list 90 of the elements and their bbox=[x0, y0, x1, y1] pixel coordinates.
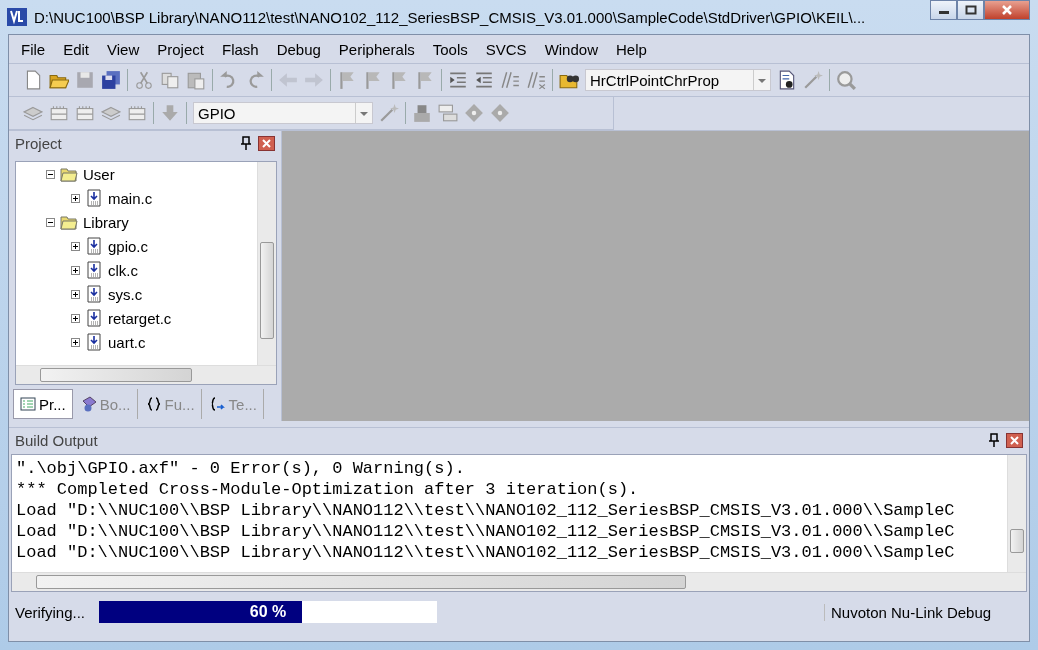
panel-tab[interactable]: Pr... bbox=[13, 389, 73, 419]
maximize-icon bbox=[964, 5, 977, 15]
windows-icon[interactable] bbox=[438, 103, 458, 123]
expand-toggle-icon[interactable] bbox=[71, 337, 80, 347]
file-icon bbox=[85, 333, 103, 351]
wand-icon[interactable] bbox=[803, 70, 823, 90]
window-title: D:\NUC100\BSP Library\NANO112\test\NANO102_112_SeriesBSP_CMSIS_V3.01.000\SampleCode\StdDriver\GPIO\KEIL\... bbox=[34, 8, 867, 26]
folder-icon bbox=[60, 213, 78, 231]
output-line: Load "D:\\NUC100\\BSP Library\\NANO112\\test\\NANO102_112_SeriesBSP_CMSIS_V3.01.000\\SampleC bbox=[16, 542, 956, 563]
file-icon bbox=[85, 285, 103, 303]
folder-label[interactable]: User bbox=[83, 165, 115, 183]
magnifier-icon[interactable] bbox=[836, 70, 856, 90]
download-icon[interactable] bbox=[160, 103, 180, 123]
paste-icon[interactable] bbox=[186, 70, 206, 90]
menu-item[interactable]: Edit bbox=[55, 38, 98, 60]
copy-icon[interactable] bbox=[160, 70, 180, 90]
indent-icon[interactable] bbox=[448, 70, 468, 90]
file-icon bbox=[85, 237, 103, 255]
collapse-toggle-icon[interactable] bbox=[46, 169, 55, 179]
collapse-toggle-icon[interactable] bbox=[46, 217, 55, 227]
expand-toggle-icon[interactable] bbox=[71, 241, 80, 251]
cut-icon[interactable] bbox=[134, 70, 154, 90]
menu-item[interactable]: Help bbox=[608, 38, 655, 60]
menu-item[interactable]: Flash bbox=[213, 38, 267, 60]
folder-label[interactable]: Library bbox=[83, 213, 129, 231]
uncomment-icon[interactable] bbox=[526, 70, 546, 90]
horizontal-scrollbar[interactable] bbox=[16, 365, 276, 384]
blocks-icon[interactable] bbox=[412, 103, 432, 123]
file-label[interactable]: retarget.c bbox=[108, 309, 172, 327]
panel-close-button[interactable] bbox=[258, 135, 275, 151]
combo-box[interactable]: GPIO bbox=[193, 102, 373, 124]
expand-toggle-icon[interactable] bbox=[71, 193, 80, 203]
output-line: *** Completed Cross-Module-Optimization after 3 iteration(s). bbox=[16, 479, 640, 500]
expand-toggle-icon[interactable] bbox=[71, 265, 80, 275]
file-label[interactable]: clk.c bbox=[108, 261, 138, 279]
output-line: ".\obj\GPIO.axf" - 0 Error(s), 0 Warning(s). bbox=[16, 458, 466, 479]
close-icon bbox=[1010, 435, 1019, 445]
file-label[interactable]: sys.c bbox=[108, 285, 143, 303]
horizontal-scrollbar[interactable] bbox=[12, 572, 1026, 591]
braces-icon bbox=[145, 396, 162, 412]
file-label[interactable]: uart.c bbox=[108, 333, 146, 351]
close-button[interactable] bbox=[984, 0, 1030, 20]
file-label[interactable]: gpio.c bbox=[108, 237, 149, 255]
output-line: Load "D:\\NUC100\\BSP Library\\NANO112\\test\\NANO102_112_SeriesBSP_CMSIS_V3.01.000\\SampleC bbox=[16, 500, 956, 521]
close-icon bbox=[262, 138, 271, 148]
folder-icon bbox=[60, 165, 78, 183]
menu-item[interactable]: Project bbox=[149, 38, 212, 60]
debugger-name: Nuvoton Nu-Link Debug bbox=[824, 603, 1027, 621]
outdent-icon[interactable] bbox=[474, 70, 494, 90]
expand-toggle-icon[interactable] bbox=[71, 313, 80, 323]
maximize-button[interactable] bbox=[957, 0, 984, 20]
save-all-icon[interactable] bbox=[101, 70, 121, 90]
panel-title: Build Output bbox=[15, 431, 99, 449]
pin-icon[interactable] bbox=[240, 136, 252, 150]
diamond-icon[interactable] bbox=[464, 103, 484, 123]
comment-icon[interactable] bbox=[500, 70, 520, 90]
menu-item[interactable]: Debug bbox=[268, 38, 329, 60]
close-icon bbox=[1001, 5, 1013, 15]
combo-box[interactable]: HrCtrlPointChrProp bbox=[585, 69, 771, 91]
menu-item[interactable]: File bbox=[13, 38, 54, 60]
file-icon bbox=[85, 189, 103, 207]
project-icon bbox=[20, 396, 36, 412]
file-icon bbox=[85, 309, 103, 327]
file-icon bbox=[85, 261, 103, 279]
menu-item[interactable]: SVCS bbox=[477, 38, 535, 60]
grid-icon[interactable] bbox=[127, 103, 147, 123]
save-icon[interactable] bbox=[75, 70, 95, 90]
panel-title: Project bbox=[15, 134, 63, 152]
vertical-scrollbar[interactable] bbox=[1007, 455, 1026, 572]
app-icon bbox=[6, 6, 28, 28]
vertical-scrollbar[interactable] bbox=[257, 162, 276, 365]
grid-icon[interactable] bbox=[75, 103, 95, 123]
minimize-button[interactable] bbox=[930, 0, 957, 20]
menu-item[interactable]: View bbox=[99, 38, 148, 60]
pin-icon[interactable] bbox=[988, 433, 1000, 447]
output-line: Load "D:\\NUC100\\BSP Library\\NANO112\\test\\NANO102_112_SeriesBSP_CMSIS_V3.01.000\\SampleC bbox=[16, 521, 956, 542]
file-label[interactable]: main.c bbox=[108, 189, 153, 207]
menu-item[interactable]: Tools bbox=[424, 38, 476, 60]
template-icon bbox=[209, 396, 226, 412]
expand-toggle-icon[interactable] bbox=[71, 289, 80, 299]
panel-close-button[interactable] bbox=[1006, 432, 1023, 448]
menu-item[interactable]: Peripherals bbox=[330, 38, 423, 60]
book-icon bbox=[80, 396, 97, 412]
wand-icon[interactable] bbox=[379, 103, 399, 123]
menu-item[interactable]: Window bbox=[536, 38, 606, 60]
grid-icon[interactable] bbox=[49, 103, 69, 123]
status-text: Verifying... bbox=[14, 603, 87, 621]
progress-reading: 60 % bbox=[249, 603, 287, 621]
diamond-icon[interactable] bbox=[490, 103, 510, 123]
document-search-icon[interactable] bbox=[777, 70, 797, 90]
